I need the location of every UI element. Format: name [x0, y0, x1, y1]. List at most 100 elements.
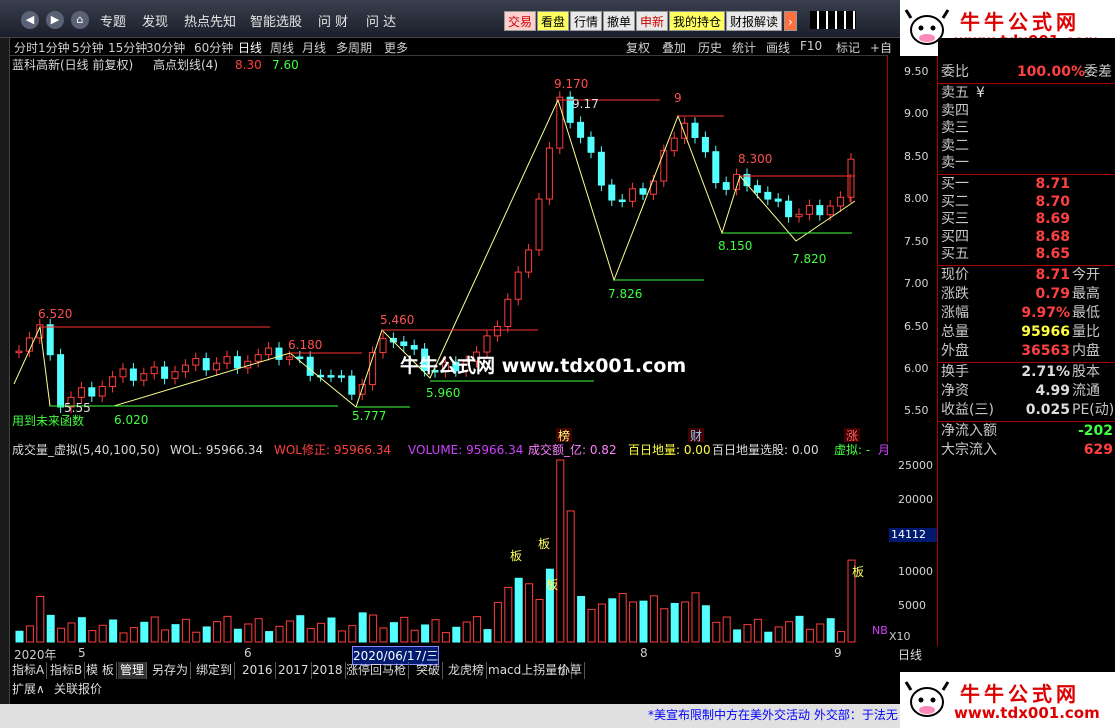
indicator-tab[interactable]: 绑定到 — [194, 662, 236, 679]
volume-bar — [410, 629, 419, 643]
indicator-tab[interactable]: 指标A — [10, 662, 48, 679]
event-badge[interactable]: 榜 — [558, 428, 570, 443]
news-ticker[interactable]: *美宣布限制中方在美外交活动 外交部：于法无 — [648, 706, 898, 723]
volume-bar — [119, 632, 128, 643]
quote-button[interactable]: 行情 — [570, 11, 603, 31]
stock-title: 蓝科高新(日线 前复权) — [12, 57, 133, 72]
menu-faxian[interactable]: 发现 — [142, 11, 168, 30]
stat-row: 现价 8.71 今开 — [938, 266, 1115, 285]
bid-label: 买二 — [941, 193, 969, 210]
volume-chart[interactable]: 成交量_虚拟(5,40,100,50) WOL: 95966.34 WOL修正: 9… — [10, 442, 890, 646]
indicator-tab[interactable]: 2018 — [310, 662, 346, 679]
candle — [98, 385, 106, 397]
stat-label-2: 流通 — [1072, 383, 1100, 399]
tool-tab[interactable]: 复权 — [626, 39, 650, 56]
board-mark: 板 — [510, 549, 522, 563]
weibi-value: 100.00% — [1016, 64, 1085, 80]
volume-bar — [649, 595, 658, 643]
kline-chart[interactable]: 6.520 5.55 6.020 6.180 5.777 5.460 5.960 9.170 9… — [10, 56, 888, 443]
price-tick: 7.00 — [904, 277, 929, 290]
tool-tab[interactable]: F10 — [800, 39, 822, 53]
menu-wencai[interactable]: 问 财 — [318, 11, 348, 30]
menu-xuangu[interactable]: 智能选股 — [250, 11, 302, 30]
indicator-tab[interactable]: 龙虎榜 — [446, 662, 488, 679]
period-tab[interactable]: 多周期 — [336, 39, 372, 56]
logo-title: 牛牛公式网 — [960, 682, 1080, 706]
event-badge[interactable]: 涨 — [846, 428, 858, 443]
menu-zhuanti[interactable]: 专题 — [100, 11, 126, 30]
volume-tick: 25000 — [898, 459, 933, 472]
stat-label: 外盘 — [941, 343, 969, 359]
tool-tab[interactable]: 叠加 — [662, 39, 686, 56]
event-badge[interactable]: 财 — [690, 429, 702, 443]
volume-bar — [805, 628, 814, 643]
tool-tab[interactable]: 标记 — [836, 39, 860, 56]
tool-tab[interactable]: 历史 — [698, 39, 722, 56]
period-tab[interactable]: 日线 — [238, 39, 262, 56]
candle — [119, 368, 127, 378]
period-tab[interactable]: 1分钟 — [38, 39, 70, 56]
trade-button[interactable]: 交易 — [504, 11, 537, 31]
indicator-tab[interactable]: 另存为 — [150, 662, 192, 679]
price-axis: 9.50 9.00 8.50 8.00 7.50 7.00 6.50 6.00 5.50 2500… — [888, 56, 938, 662]
menu-wenda[interactable]: 问 达 — [366, 11, 396, 30]
tool-tab[interactable]: +自 — [870, 39, 892, 56]
back-icon[interactable]: ◀ — [21, 11, 39, 29]
zoom-label: X10 — [889, 630, 911, 643]
period-tab[interactable]: 更多 — [384, 39, 408, 56]
volume-bar — [369, 614, 378, 643]
period-tab[interactable]: 60分钟 — [194, 39, 233, 56]
ipo-button[interactable]: 申新 — [636, 11, 669, 31]
candle — [597, 151, 605, 186]
indicator-tab[interactable]: 小草 — [556, 662, 586, 679]
volume-bar — [140, 621, 149, 643]
stat-label: 现价 — [941, 267, 969, 283]
bid-label: 买三 — [941, 211, 969, 227]
period-tab[interactable]: 分时 — [14, 39, 38, 56]
period-tab[interactable]: 30分钟 — [146, 39, 185, 56]
menu-redian[interactable]: 热点先知 — [184, 11, 236, 30]
candle — [753, 185, 761, 193]
tool-tab[interactable]: 统计 — [732, 39, 756, 56]
volume-bar — [171, 624, 180, 643]
indicator-tab[interactable]: 模 板 — [84, 662, 117, 679]
logo-title: 牛牛公式网 — [960, 10, 1080, 34]
volume-bar — [525, 583, 534, 643]
candle — [493, 326, 501, 337]
volume-panel[interactable]: 成交量_虚拟(5,40,100,50) WOL: 95966.34 WOL修正: 9… — [10, 442, 890, 646]
indicator-tab[interactable]: 指标B — [48, 662, 86, 679]
indicator-tab[interactable]: 2017 — [276, 662, 312, 679]
volume-bar — [473, 616, 482, 643]
period-tab[interactable]: 15分钟 — [108, 39, 147, 56]
pivot-label: 5.960 — [426, 386, 460, 400]
home-icon[interactable]: ⌂ — [71, 11, 89, 29]
expand-button[interactable]: 扩展∧ — [12, 680, 45, 697]
bid-row: 买五 8.65 — [938, 245, 1115, 264]
ask-row: 卖五 ¥ — [938, 84, 1115, 103]
volume-bar — [660, 608, 669, 643]
current-volume-tag: 14112 — [889, 528, 937, 542]
cancel-order-button[interactable]: 撤单 — [603, 11, 636, 31]
candle — [337, 375, 345, 378]
candle — [587, 136, 595, 153]
indicator-tab[interactable]: 2016 — [240, 662, 276, 679]
watch-button[interactable]: 看盘 — [537, 11, 570, 31]
period-tab[interactable]: 周线 — [270, 39, 294, 56]
indicator-tab[interactable]: 突破 — [414, 662, 444, 679]
tool-tab[interactable]: 画线 — [766, 39, 790, 56]
candle — [296, 356, 304, 359]
low-volume-value: 百日地量: 0.00 — [628, 443, 711, 457]
linked-quote-button[interactable]: 关联报价 — [54, 680, 102, 697]
report-button[interactable]: 财报解读 — [726, 11, 783, 31]
holdings-button[interactable]: 我的持仓 — [669, 11, 726, 31]
bottom-tabs: 2020年 5 6 2020/06/17/三 8 9 指标A 指标B 模 板管理 另存为 绑定到 20… — [10, 646, 938, 706]
forward-icon[interactable]: ▶ — [46, 11, 64, 29]
period-tab[interactable]: 5分钟 — [72, 39, 104, 56]
indicator-tab[interactable]: 管理 — [118, 662, 148, 679]
candle — [109, 376, 117, 387]
period-tab[interactable]: 月线 — [302, 39, 326, 56]
kline-panel[interactable]: 6.520 5.55 6.020 6.180 5.777 5.460 5.960 9.170 9… — [10, 56, 888, 443]
volume-bar — [327, 617, 336, 643]
indicator-tab[interactable]: 涨停回马枪 — [344, 662, 410, 679]
more-button[interactable]: › — [784, 11, 797, 31]
